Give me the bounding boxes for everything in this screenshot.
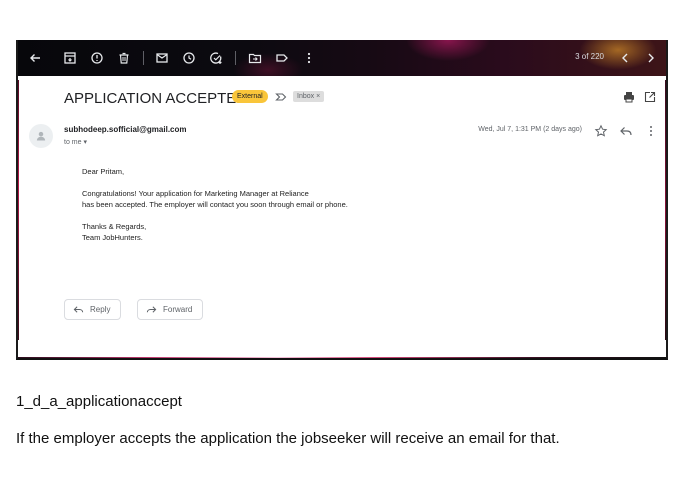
report-spam-icon[interactable]: [88, 49, 106, 67]
archive-icon[interactable]: [61, 49, 79, 67]
add-to-tasks-icon[interactable]: [207, 49, 225, 67]
reply-button[interactable]: Reply: [64, 299, 122, 320]
body-line: has been accepted. The employer will con…: [82, 200, 348, 209]
inbox-label-badge[interactable]: Inbox ×: [293, 91, 325, 102]
theme-edge-glow: [18, 357, 666, 358]
reply-button-label: Reply: [90, 305, 111, 314]
figure-caption-description: If the employer accepts the application …: [16, 430, 560, 447]
reply-icon[interactable]: [619, 124, 633, 138]
star-icon[interactable]: [594, 124, 608, 138]
signoff: Thanks & Regards,: [82, 221, 147, 231]
important-marker-icon[interactable]: [274, 90, 288, 104]
forward-icon: [146, 306, 157, 313]
toolbar-divider: [143, 51, 144, 65]
email-toolbar: 3 of 220: [18, 40, 666, 76]
open-in-new-window-icon[interactable]: [643, 90, 657, 104]
signature: Team JobHunters.: [82, 233, 143, 242]
more-vert-icon[interactable]: [644, 124, 658, 138]
more-vert-icon[interactable]: [300, 49, 318, 67]
newer-chevron-icon[interactable]: [616, 49, 634, 67]
message-counter: 3 of 220: [575, 52, 604, 61]
greeting: Dear Pritam,: [82, 167, 125, 176]
reply-icon: [73, 306, 84, 313]
sender-email[interactable]: subhodeep.sofficial@gmail.com: [64, 125, 187, 134]
body-line: Congratulations! Your application for Ma…: [82, 188, 309, 198]
forward-button-label: Forward: [163, 305, 193, 314]
email-date: Wed, Jul 7, 1:31 PM (2 days ago): [478, 126, 582, 133]
body-paragraph: Congratulations! Your application for Ma…: [82, 188, 348, 211]
closing: Thanks & Regards, Team JobHunters.: [82, 221, 348, 244]
recipient-details-toggle[interactable]: to me ▾: [64, 138, 87, 146]
older-chevron-icon[interactable]: [642, 49, 660, 67]
toolbar-divider: [235, 51, 236, 65]
labels-icon[interactable]: [273, 49, 291, 67]
mark-unread-icon[interactable]: [153, 49, 171, 67]
external-badge: External: [232, 90, 268, 103]
email-subject: APPLICATION ACCEPTED!: [64, 90, 252, 107]
gmail-screenshot: 3 of 220 APPLICATION ACCEPTED! External …: [16, 40, 668, 360]
email-body: Dear Pritam, Congratulations! Your appli…: [82, 166, 348, 254]
print-icon[interactable]: [622, 90, 636, 104]
move-to-icon[interactable]: [246, 49, 264, 67]
forward-button[interactable]: Forward: [137, 299, 204, 320]
snooze-icon[interactable]: [180, 49, 198, 67]
delete-icon[interactable]: [115, 49, 133, 67]
sender-avatar: [29, 124, 53, 148]
back-arrow-icon[interactable]: [26, 49, 44, 67]
figure-caption-title: 1_d_a_applicationaccept: [16, 393, 182, 410]
person-icon: [36, 131, 46, 141]
